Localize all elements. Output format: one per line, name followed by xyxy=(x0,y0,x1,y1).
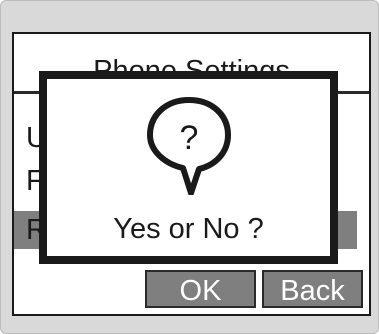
ok-button[interactable]: OK xyxy=(145,270,256,308)
back-button[interactable]: Back xyxy=(262,270,363,308)
device-frame: Phone Settings U FT R OK Back ? Yes or N… xyxy=(0,0,379,334)
question-mark: ? xyxy=(180,119,199,157)
confirm-dialog: ? Yes or No ? xyxy=(39,71,338,264)
question-bubble-icon: ? xyxy=(147,97,231,195)
dialog-message: Yes or No ? xyxy=(113,213,264,245)
